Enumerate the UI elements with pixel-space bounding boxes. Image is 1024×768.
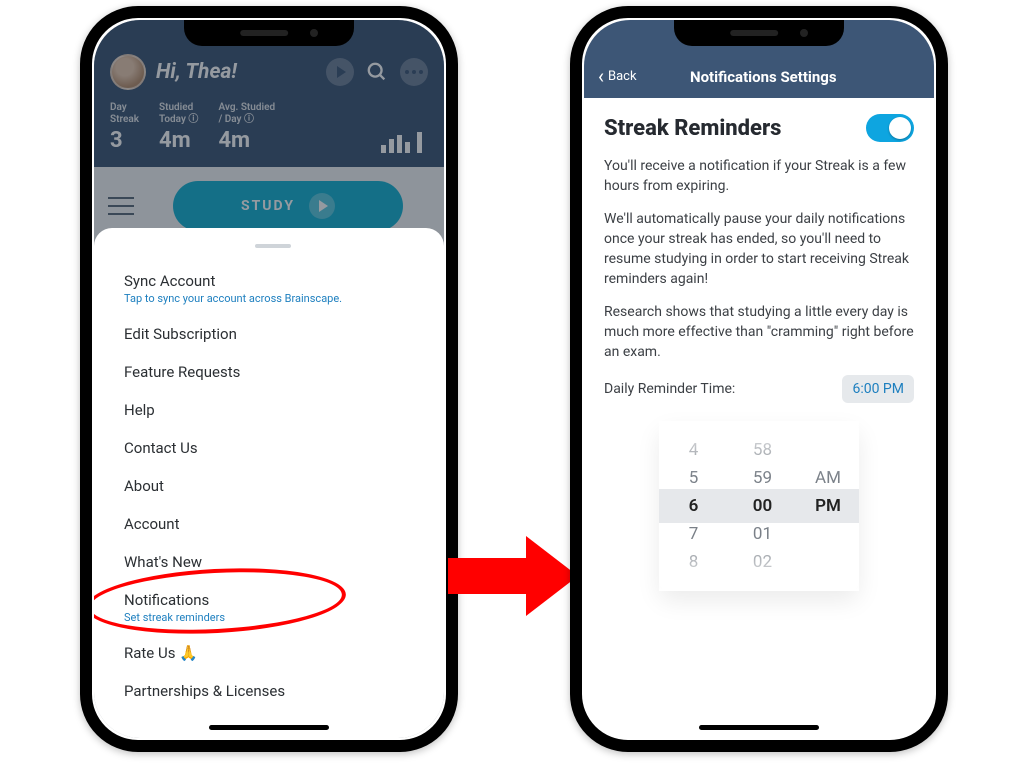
time-picker[interactable]: 4 5 6 7 8 58 59 00 01 02 AM — [659, 421, 859, 591]
menu-sync-account[interactable]: Sync Account Tap to sync your account ac… — [124, 262, 422, 315]
right-phone-frame: ‹ Back Notifications Settings Streak Rem… — [570, 6, 948, 752]
menu-rate-us[interactable]: Rate Us 🙏 — [124, 634, 422, 672]
para-3: Research shows that studying a little ev… — [604, 302, 914, 363]
sheet-grab-handle[interactable] — [255, 244, 291, 248]
menu-account[interactable]: Account — [124, 505, 422, 543]
menu-contact-us[interactable]: Contact Us — [124, 429, 422, 467]
menu-feature-requests[interactable]: Feature Requests — [124, 353, 422, 391]
home-indicator[interactable] — [699, 725, 819, 730]
menu-edit-subscription[interactable]: Edit Subscription — [124, 315, 422, 353]
home-indicator[interactable] — [209, 725, 329, 730]
back-button[interactable]: ‹ Back — [598, 66, 637, 86]
reminder-label: Daily Reminder Time: — [604, 381, 735, 397]
notch — [674, 20, 844, 46]
streak-heading: Streak Reminders — [604, 116, 781, 141]
reminder-time-value[interactable]: 6:00 PM — [842, 375, 914, 403]
picker-minutes[interactable]: 58 59 00 01 02 — [728, 421, 797, 591]
para-2: We'll automatically pause your daily not… — [604, 209, 914, 290]
picker-ampm[interactable]: AM PM — [797, 421, 859, 591]
chevron-left-icon: ‹ — [598, 66, 604, 86]
instruction-arrow — [448, 536, 578, 616]
notch — [184, 20, 354, 46]
settings-sheet: Sync Account Tap to sync your account ac… — [94, 228, 444, 738]
para-1: You'll receive a notification if your St… — [604, 156, 914, 197]
menu-notifications[interactable]: Notifications Set streak reminders — [124, 581, 422, 634]
page-title: Notifications Settings — [637, 68, 890, 86]
streak-toggle[interactable] — [866, 114, 914, 142]
menu-whats-new[interactable]: What's New — [124, 543, 422, 581]
left-phone-frame: Hi, Thea! Day Streak 3 Studied Today ⓘ 4… — [80, 6, 458, 752]
picker-hours[interactable]: 4 5 6 7 8 — [659, 421, 728, 591]
menu-about[interactable]: About — [124, 467, 422, 505]
menu-help[interactable]: Help — [124, 391, 422, 429]
right-body: Streak Reminders You'll receive a notifi… — [584, 98, 934, 607]
right-phone-screen: ‹ Back Notifications Settings Streak Rem… — [584, 20, 934, 738]
left-phone-screen: Hi, Thea! Day Streak 3 Studied Today ⓘ 4… — [94, 20, 444, 738]
menu-partnerships[interactable]: Partnerships & Licenses — [124, 672, 422, 710]
